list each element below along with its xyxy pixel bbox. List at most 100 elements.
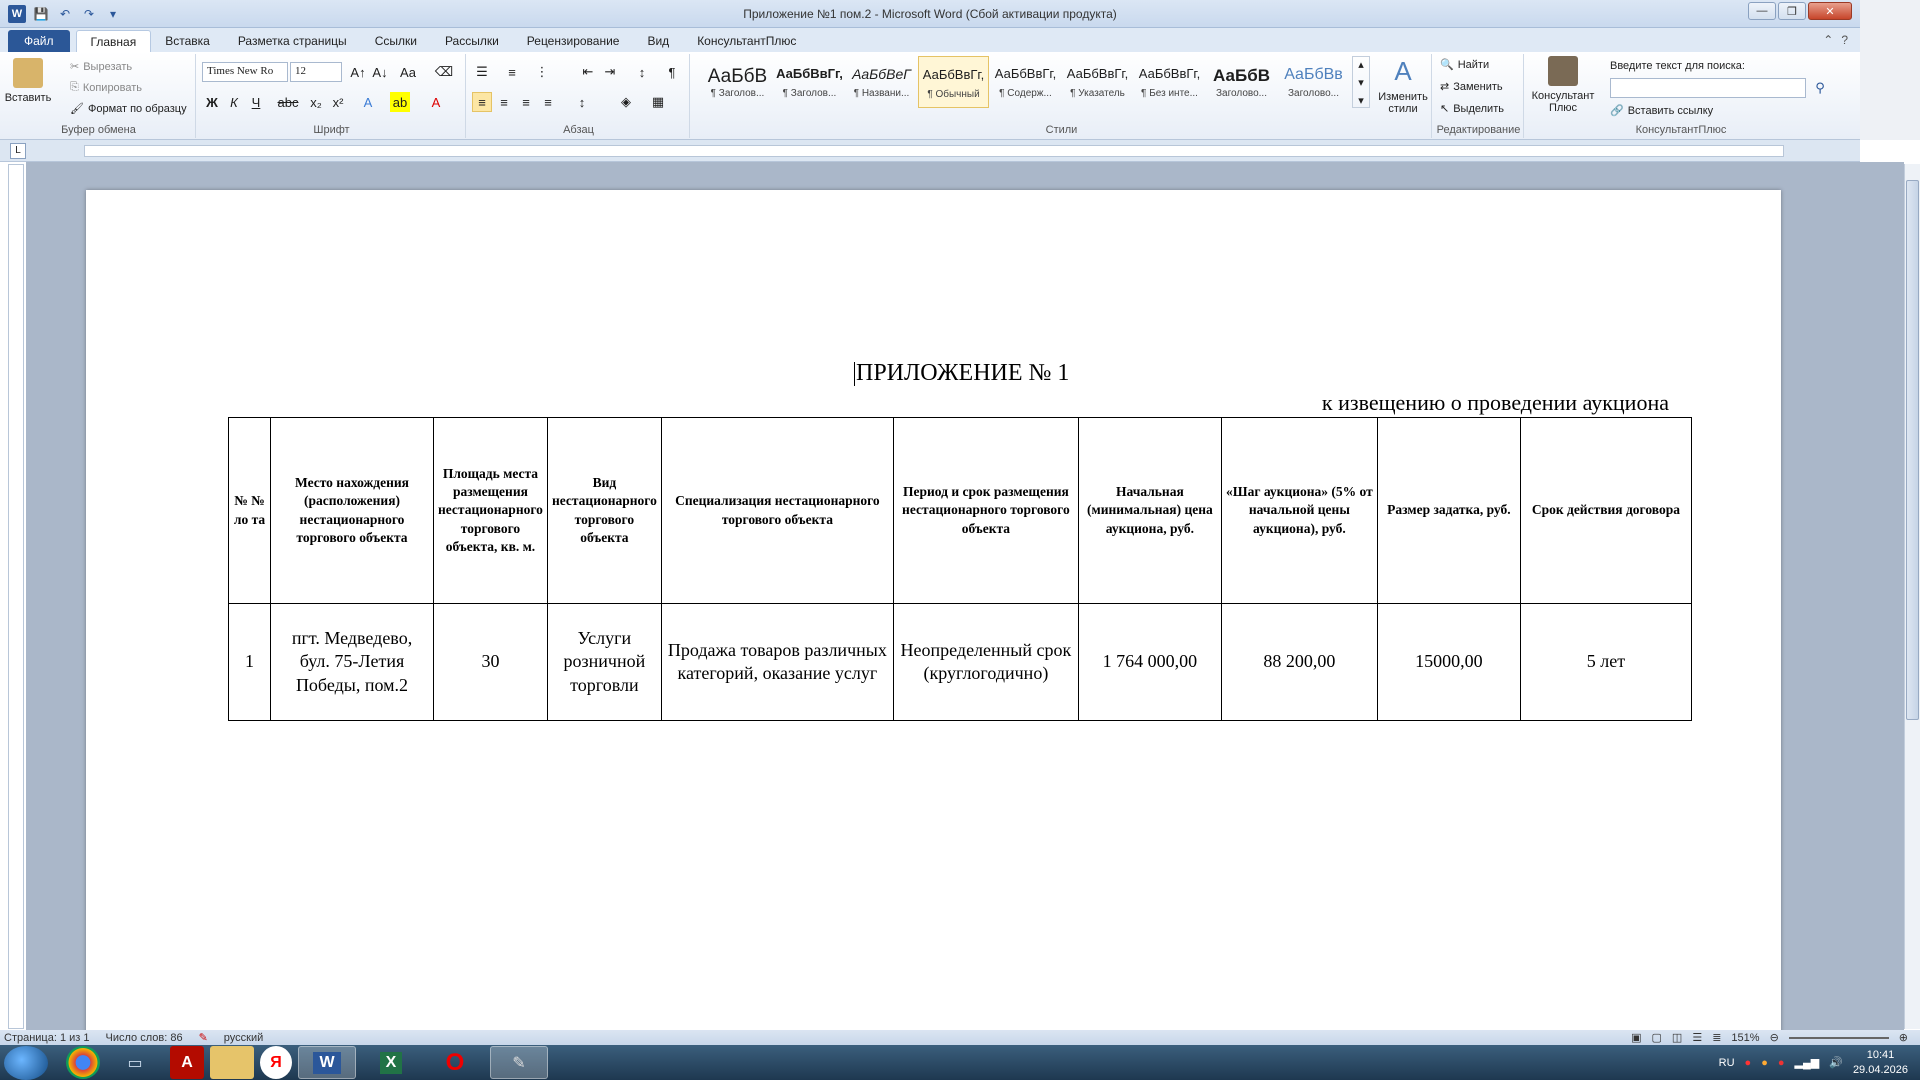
help-icon[interactable]: ?: [1841, 33, 1848, 47]
zoom-slider[interactable]: [1788, 1036, 1889, 1039]
tab-home[interactable]: Главная: [75, 30, 152, 52]
tab-view[interactable]: Вид: [633, 30, 683, 52]
justify-icon[interactable]: ≡: [538, 92, 558, 112]
yandex-tray-icon[interactable]: ●: [1745, 1057, 1752, 1069]
minimize-button[interactable]: —: [1748, 2, 1776, 20]
change-styles-button[interactable]: A Изменить стили: [1376, 56, 1430, 115]
italic-button[interactable]: К: [224, 92, 244, 112]
clock[interactable]: 10:41 29.04.2026: [1853, 1048, 1908, 1077]
style-heading-1[interactable]: АаБбВ ¶ Заголов...: [702, 56, 773, 108]
numbering-icon[interactable]: ≡: [502, 62, 522, 82]
close-button[interactable]: ✕: [1808, 2, 1852, 20]
opera-icon[interactable]: O: [426, 1046, 484, 1079]
style-title[interactable]: АаБбВеГ ¶ Названи...: [846, 56, 917, 108]
borders-icon[interactable]: ▦: [648, 92, 668, 112]
shrink-font-icon[interactable]: A↓: [370, 62, 390, 82]
search-icon[interactable]: ⚲: [1810, 78, 1830, 98]
zoom-out-icon[interactable]: ⊖: [1770, 1031, 1779, 1044]
style-heading-blue[interactable]: АаБбВв Заголово...: [1278, 56, 1349, 108]
consultant-search-input[interactable]: [1610, 78, 1806, 98]
font-size-select[interactable]: 12: [290, 62, 342, 82]
tab-references[interactable]: Ссылки: [361, 30, 431, 52]
style-toc[interactable]: АаБбВвГг, ¶ Содерж...: [990, 56, 1061, 108]
word-count[interactable]: Число слов: 86: [106, 1032, 183, 1044]
superscript-icon[interactable]: x²: [328, 92, 348, 112]
style-heading-2[interactable]: АаБбВвГг, ¶ Заголов...: [774, 56, 845, 108]
tab-file[interactable]: Файл: [8, 30, 70, 52]
full-screen-icon[interactable]: ▢: [1652, 1031, 1662, 1044]
chrome-icon[interactable]: [66, 1046, 100, 1079]
line-spacing-icon[interactable]: ↕: [572, 92, 592, 112]
proofing-icon[interactable]: ✎: [199, 1031, 208, 1044]
yandex-icon[interactable]: Я: [260, 1046, 292, 1079]
vertical-scrollbar[interactable]: [1904, 164, 1920, 1029]
tab-selector[interactable]: L: [10, 143, 26, 159]
horizontal-ruler[interactable]: L: [0, 140, 1860, 162]
insert-link-button[interactable]: 🔗 Вставить ссылку: [1610, 104, 1713, 118]
multilevel-list-icon[interactable]: ⋮: [532, 62, 552, 82]
align-center-icon[interactable]: ≡: [494, 92, 514, 112]
draft-icon[interactable]: ≣: [1712, 1031, 1721, 1044]
font-color-icon[interactable]: A: [426, 92, 446, 112]
subscript-icon[interactable]: x₂: [306, 92, 326, 112]
style-no-spacing[interactable]: АаБбВвГг, ¶ Без инте...: [1134, 56, 1205, 108]
shading-icon[interactable]: ◈: [616, 92, 636, 112]
highlight-icon[interactable]: ab: [390, 92, 410, 112]
start-button[interactable]: [4, 1045, 48, 1080]
print-layout-icon[interactable]: ▣: [1631, 1031, 1641, 1044]
copy-button[interactable]: ⎘ Копировать: [70, 81, 142, 94]
tab-review[interactable]: Рецензирование: [513, 30, 634, 52]
minimize-ribbon-icon[interactable]: ⌃: [1823, 33, 1833, 47]
underline-button[interactable]: Ч: [246, 92, 266, 112]
consultant-plus-button[interactable]: Консультант Плюс: [1530, 56, 1596, 114]
outline-icon[interactable]: ☰: [1692, 1031, 1702, 1044]
explorer-icon[interactable]: [210, 1046, 254, 1079]
web-layout-icon[interactable]: ◫: [1672, 1031, 1682, 1044]
tab-mailings[interactable]: Рассылки: [431, 30, 513, 52]
tab-consultant-plus[interactable]: КонсультантПлюс: [683, 30, 810, 52]
language-tray[interactable]: RU: [1719, 1057, 1735, 1069]
find-button[interactable]: 🔍 Найти: [1440, 58, 1489, 72]
clear-formatting-icon[interactable]: ⌫: [434, 62, 454, 82]
scrollbar-thumb[interactable]: [1906, 180, 1919, 720]
show-formatting-icon[interactable]: ¶: [662, 62, 682, 82]
bold-button[interactable]: Ж: [202, 92, 222, 112]
acrobat-icon[interactable]: A: [170, 1046, 204, 1079]
font-family-select[interactable]: Times New Ro: [202, 62, 288, 82]
decrease-indent-icon[interactable]: ⇤: [578, 62, 598, 82]
tray-icon[interactable]: ●: [1778, 1057, 1785, 1069]
language-indicator[interactable]: русский: [224, 1032, 263, 1044]
align-right-icon[interactable]: ≡: [516, 92, 536, 112]
zoom-in-icon[interactable]: ⊕: [1899, 1031, 1908, 1044]
tab-insert[interactable]: Вставка: [151, 30, 224, 52]
network-icon[interactable]: ▂▄▆: [1795, 1056, 1820, 1069]
style-heading-bold[interactable]: АаБбВ Заголово...: [1206, 56, 1277, 108]
page-count[interactable]: Страница: 1 из 1: [4, 1032, 90, 1044]
style-index[interactable]: АаБбВвГг, ¶ Указатель: [1062, 56, 1133, 108]
align-left-icon[interactable]: ≡: [472, 92, 492, 112]
sort-icon[interactable]: ↕: [632, 62, 652, 82]
cut-button[interactable]: ✂ Вырезать: [70, 60, 132, 74]
styles-scroll[interactable]: ▴ ▾ ▾: [1352, 56, 1370, 108]
format-painter-button[interactable]: 🖌 Формат по образцу: [70, 102, 187, 116]
increase-indent-icon[interactable]: ⇥: [600, 62, 620, 82]
style-normal[interactable]: АаБбВвГг, ¶ Обычный: [918, 56, 989, 108]
strikethrough-icon[interactable]: abc: [278, 92, 299, 112]
tab-page-layout[interactable]: Разметка страницы: [224, 30, 361, 52]
replace-button[interactable]: ⇄ Заменить: [1440, 80, 1503, 94]
paint-icon[interactable]: ✎: [490, 1046, 548, 1079]
maximize-button[interactable]: ❐: [1778, 2, 1806, 20]
change-case-icon[interactable]: Aa: [398, 62, 418, 82]
vertical-ruler[interactable]: [8, 164, 24, 1029]
word-taskbar-icon[interactable]: W: [298, 1046, 356, 1079]
scanner-icon[interactable]: ▭: [106, 1046, 164, 1079]
text-effects-icon[interactable]: A: [358, 92, 378, 112]
zoom-level[interactable]: 151%: [1731, 1032, 1759, 1044]
grow-font-icon[interactable]: A↑: [348, 62, 368, 82]
volume-icon[interactable]: 🔊: [1829, 1056, 1843, 1069]
select-button[interactable]: ↖ Выделить: [1440, 102, 1504, 116]
bullets-icon[interactable]: ☰: [472, 62, 492, 82]
paste-button[interactable]: Вставить: [5, 58, 51, 104]
excel-icon[interactable]: X: [362, 1046, 420, 1079]
document-page[interactable]: ПРИЛОЖЕНИЕ № 1 к извещению о проведении …: [86, 190, 1781, 1030]
